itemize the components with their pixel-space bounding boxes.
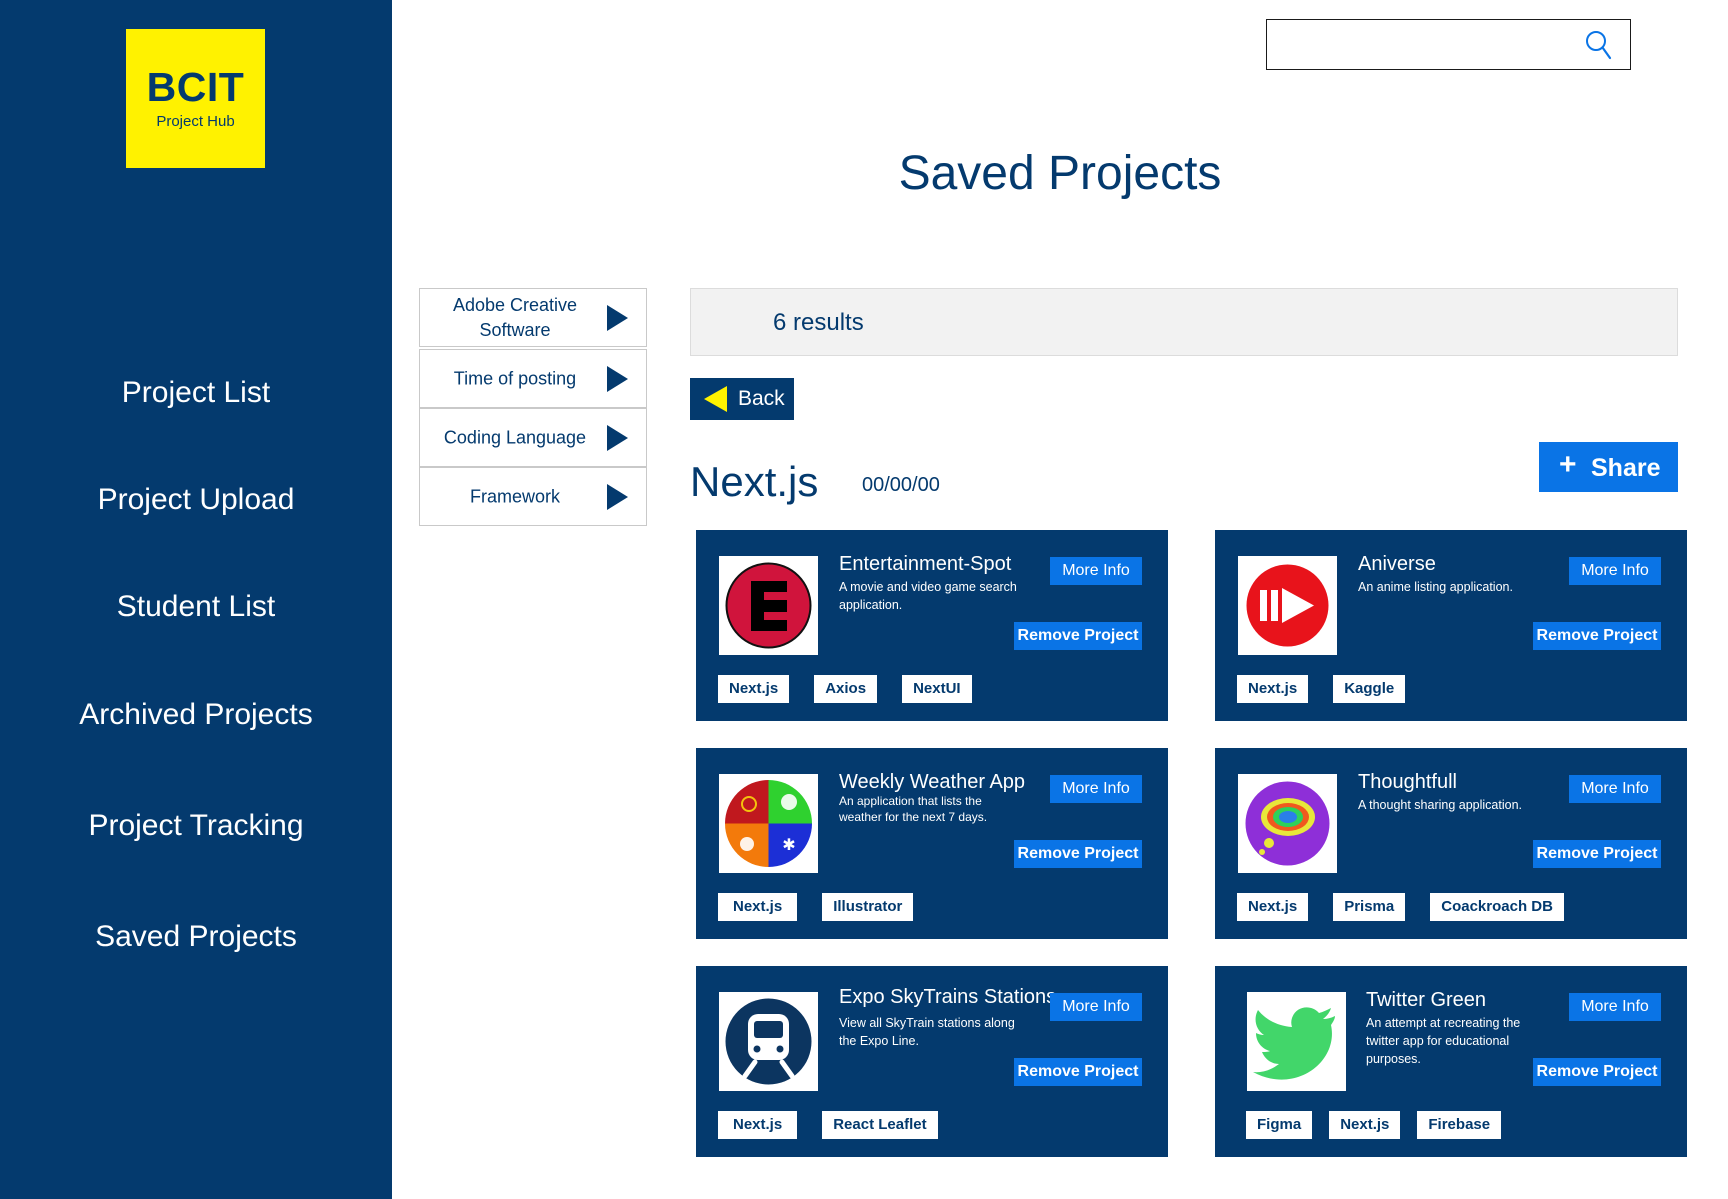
logo-title: BCIT (146, 64, 245, 110)
project-title: Weekly Weather App (839, 771, 1026, 793)
project-title: Expo SkyTrains Stations (839, 986, 1057, 1008)
tag[interactable]: Firebase (1417, 1111, 1502, 1139)
tag-list: Next.js React Leaflet (718, 1111, 938, 1139)
tag-list: Figma Next.js Firebase (1246, 1111, 1502, 1139)
section-date: 00/00/00 (862, 474, 940, 496)
triangle-left-icon (704, 386, 727, 412)
nav-archived-projects[interactable]: Archived Projects (0, 698, 392, 732)
tag[interactable]: Figma (1246, 1111, 1313, 1139)
tag[interactable]: Illustrator (822, 893, 914, 921)
tag[interactable]: NextUI (902, 675, 972, 703)
tag-list: Next.js Kaggle (1237, 675, 1406, 703)
bird-icon (1247, 992, 1346, 1091)
play-logo-icon (1238, 556, 1337, 655)
share-button[interactable]: + Share (1539, 442, 1678, 492)
sidebar: BCIT Project Hub Project List Project Up… (0, 0, 392, 1199)
project-card-entertainment-spot: Entertainment-Spot A movie and video gam… (696, 530, 1168, 721)
tag-list: Next.js Axios NextUI (718, 675, 972, 703)
project-description: A movie and video game search applicatio… (839, 580, 1017, 612)
more-info-button[interactable]: More Info (1569, 557, 1661, 585)
tag[interactable]: Next.js (718, 893, 798, 921)
filter-coding-language[interactable]: Coding Language (419, 408, 647, 467)
tag[interactable]: Next.js (718, 1111, 798, 1139)
tag[interactable]: Next.js (718, 675, 790, 703)
filter-framework[interactable]: Framework (419, 467, 647, 526)
remove-project-button[interactable]: Remove Project (1533, 840, 1661, 868)
tag[interactable]: Coackroach DB (1430, 893, 1564, 921)
more-info-button[interactable]: More Info (1569, 993, 1661, 1021)
search-input[interactable] (1275, 28, 1575, 61)
tag[interactable]: Next.js (1237, 893, 1309, 921)
tag[interactable]: Axios (814, 675, 878, 703)
remove-project-button[interactable]: Remove Project (1533, 622, 1661, 650)
tag[interactable]: Kaggle (1333, 675, 1406, 703)
nav-student-list[interactable]: Student List (0, 590, 392, 624)
triangle-right-icon (607, 483, 628, 510)
nav-project-list[interactable]: Project List (0, 376, 392, 410)
project-description: An attempt at recreating the twitter app… (1366, 1016, 1521, 1066)
back-button[interactable]: Back (690, 378, 794, 420)
project-title: Twitter Green (1366, 989, 1487, 1011)
search-icon[interactable] (1583, 29, 1613, 61)
share-label: Share (1591, 454, 1661, 482)
project-card-aniverse: Aniverse An anime listing application. M… (1215, 530, 1687, 721)
tag-list: Next.js Illustrator (718, 893, 914, 921)
logo-subtitle: Project Hub (156, 113, 235, 130)
filter-label: Time of posting (453, 368, 577, 388)
entertainment-logo-icon (719, 556, 818, 655)
project-card-expo-skytrains-stations: Expo SkyTrains Stations View all SkyTrai… (696, 966, 1168, 1157)
more-info-button[interactable]: More Info (1050, 557, 1142, 585)
project-description: An anime listing application. (1358, 580, 1513, 594)
project-title: Entertainment-Spot (839, 553, 1012, 575)
triangle-right-icon (607, 304, 628, 331)
back-label: Back (738, 387, 785, 410)
triangle-right-icon (607, 365, 628, 392)
project-description: View all SkyTrain stations along the Exp… (839, 1016, 1015, 1048)
svg-text:✱: ✱ (782, 835, 795, 854)
plus-icon: + (1559, 448, 1577, 481)
filter-label: Adobe Creative Software (452, 294, 578, 340)
nav-project-tracking[interactable]: Project Tracking (0, 809, 392, 843)
remove-project-button[interactable]: Remove Project (1533, 1058, 1661, 1086)
tag[interactable]: Next.js (1329, 1111, 1401, 1139)
remove-project-button[interactable]: Remove Project (1014, 1058, 1142, 1086)
triangle-right-icon (607, 424, 628, 451)
more-info-button[interactable]: More Info (1050, 993, 1142, 1021)
project-title: Aniverse (1358, 553, 1436, 575)
project-description: A thought sharing application. (1358, 798, 1523, 812)
project-description: An application that lists the weather fo… (839, 794, 988, 824)
weather-logo-icon: ✱ (719, 774, 818, 873)
nav-saved-projects[interactable]: Saved Projects (0, 920, 392, 954)
tag-list: Next.js Prisma Coackroach DB (1237, 893, 1564, 921)
remove-project-button[interactable]: Remove Project (1014, 840, 1142, 868)
more-info-button[interactable]: More Info (1569, 775, 1661, 803)
search-box (1266, 19, 1631, 70)
train-icon (719, 992, 818, 1091)
filter-label: Coding Language (443, 427, 587, 447)
tag[interactable]: React Leaflet (822, 1111, 938, 1139)
thought-bubble-icon (1238, 774, 1337, 873)
project-card-thoughtfull: Thoughtfull A thought sharing applicatio… (1215, 748, 1687, 939)
remove-project-button[interactable]: Remove Project (1014, 622, 1142, 650)
section-title: Next.js (690, 458, 819, 505)
results-count: 6 results (773, 309, 864, 336)
filter-time-of-posting[interactable]: Time of posting (419, 349, 647, 408)
filter-label: Framework (469, 486, 560, 506)
filter-adobe-creative-software[interactable]: Adobe Creative Software (419, 288, 647, 347)
project-card-twitter-green: Twitter Green An attempt at recreating t… (1215, 966, 1687, 1157)
tag[interactable]: Next.js (1237, 675, 1309, 703)
page-title: Saved Projects (898, 147, 1222, 200)
nav-project-upload[interactable]: Project Upload (0, 483, 392, 517)
project-title: Thoughtfull (1358, 771, 1457, 793)
tag[interactable]: Prisma (1333, 893, 1406, 921)
more-info-button[interactable]: More Info (1050, 775, 1142, 803)
project-card-weekly-weather-app: ✱ Weekly Weather App An application that… (696, 748, 1168, 939)
app-logo[interactable]: BCIT Project Hub (126, 29, 265, 168)
results-bar: 6 results (690, 288, 1678, 356)
